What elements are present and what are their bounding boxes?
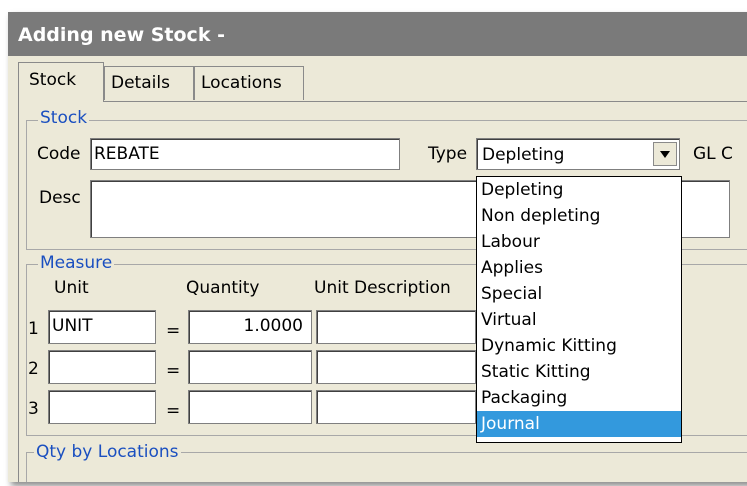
type-label: Type [428, 144, 468, 164]
unit-field[interactable] [48, 390, 156, 424]
measure-group-legend: Measure [38, 253, 115, 273]
type-option-packaging[interactable]: Packaging [477, 385, 681, 411]
type-option-dynamic-kitting[interactable]: Dynamic Kitting [477, 333, 681, 359]
stock-dialog-window: Adding new Stock - Stock Details Locatio… [8, 12, 747, 482]
unit-field[interactable] [48, 350, 156, 384]
type-select-value: Depleting [482, 145, 565, 165]
row-index: 3 [28, 399, 39, 419]
type-option-labour[interactable]: Labour [477, 229, 681, 255]
row-index: 1 [28, 319, 39, 339]
tab-stock[interactable]: Stock [18, 62, 104, 102]
type-option-static-kitting[interactable]: Static Kitting [477, 359, 681, 385]
equals-sign: = [166, 321, 181, 341]
unit-description-column-header: Unit Description [314, 278, 451, 298]
type-option-virtual[interactable]: Virtual [477, 307, 681, 333]
type-option-non-depleting[interactable]: Non depleting [477, 203, 681, 229]
equals-sign: = [166, 401, 181, 421]
unit-description-field[interactable] [316, 390, 476, 424]
desc-label: Desc [39, 188, 81, 208]
quantity-field[interactable]: 1.0000 [188, 310, 312, 344]
unit-field[interactable]: UNIT [48, 310, 156, 344]
stock-group-legend: Stock [38, 108, 90, 128]
unit-description-field[interactable] [316, 350, 476, 384]
quantity-field[interactable] [188, 390, 312, 424]
code-label: Code [37, 144, 81, 164]
title-bar[interactable]: Adding new Stock - [8, 12, 747, 56]
unit-column-header: Unit [54, 278, 89, 298]
chevron-down-icon[interactable] [653, 142, 677, 166]
code-field[interactable]: REBATE [90, 138, 400, 170]
qty-by-locations-legend: Qty by Locations [34, 442, 181, 462]
quantity-field[interactable] [188, 350, 312, 384]
type-option-special[interactable]: Special [477, 281, 681, 307]
unit-description-field[interactable] [316, 310, 476, 344]
quantity-column-header: Quantity [186, 278, 260, 298]
type-option-applies[interactable]: Applies [477, 255, 681, 281]
type-option-journal[interactable]: Journal [477, 411, 681, 437]
type-option-depleting[interactable]: Depleting [477, 177, 681, 203]
tab-details[interactable]: Details [104, 66, 194, 100]
window-title: Adding new Stock - [18, 24, 225, 46]
type-dropdown-list[interactable]: Depleting Non depleting Labour Applies S… [476, 176, 682, 443]
gl-label: GL C [693, 144, 733, 164]
type-select[interactable]: Depleting [476, 138, 680, 170]
equals-sign: = [166, 361, 181, 381]
tab-locations[interactable]: Locations [194, 66, 304, 100]
row-index: 2 [28, 359, 39, 379]
